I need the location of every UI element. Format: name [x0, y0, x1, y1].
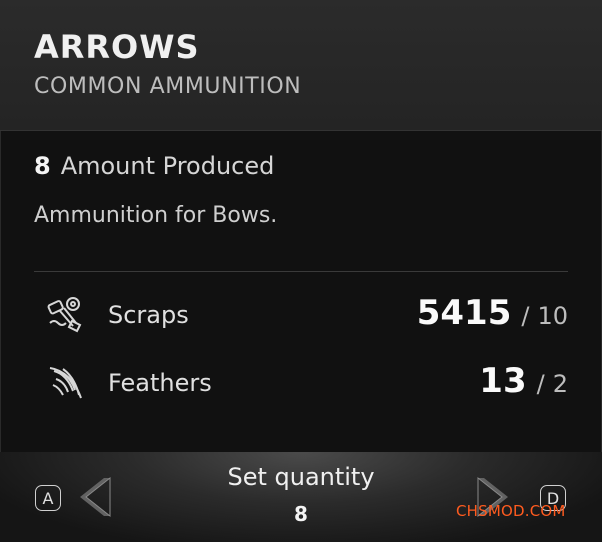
section-divider — [34, 271, 568, 272]
amount-produced: 8 Amount Produced — [34, 152, 274, 180]
item-description: Ammunition for Bows. — [34, 203, 278, 228]
resource-required-feathers: 2 — [552, 370, 568, 398]
set-quantity-label: Set quantity — [227, 463, 375, 491]
resource-row-scraps: Scraps 5415 /10 — [34, 289, 568, 339]
resource-have-scraps: 5415 — [416, 293, 512, 333]
feather-icon — [49, 367, 82, 399]
resource-separator-feathers: / — [536, 370, 545, 398]
resource-name-feathers: Feathers — [108, 369, 212, 397]
watermark-text: CHSMOD.COM — [456, 502, 566, 520]
resource-required-scraps: 10 — [537, 302, 568, 330]
resource-count-feathers: 13 /2 — [479, 361, 568, 401]
scrap-icon — [47, 297, 82, 333]
amount-produced-label: Amount Produced — [60, 152, 275, 180]
resource-separator-scraps: / — [521, 302, 530, 330]
item-subtitle: COMMON AMMUNITION — [34, 74, 302, 99]
item-header: ARROWS COMMON AMMUNITION — [0, 0, 602, 131]
amount-produced-value: 8 — [34, 152, 51, 180]
resource-have-feathers: 13 — [479, 361, 527, 401]
item-title: ARROWS — [34, 28, 200, 66]
resource-count-scraps: 5415 /10 — [417, 293, 568, 333]
resource-name-scraps: Scraps — [108, 301, 189, 329]
crafting-panel: ARROWS COMMON AMMUNITION 8 Amount Produce… — [0, 0, 602, 542]
resource-row-feathers: Feathers 13 /2 — [34, 357, 568, 407]
